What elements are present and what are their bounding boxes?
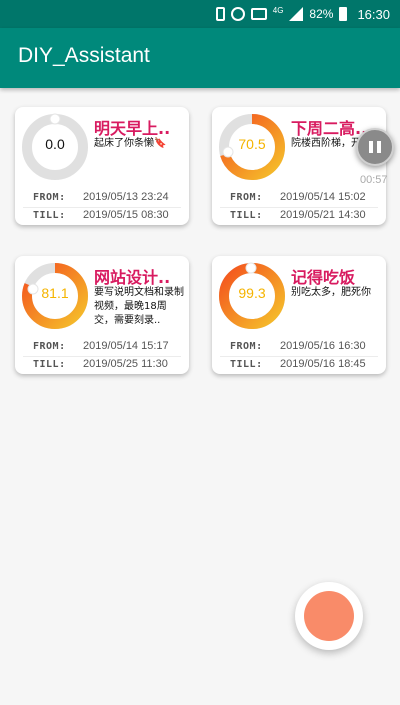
- till-label: TILL:: [230, 359, 263, 370]
- timer-readout: 00:57: [360, 174, 388, 186]
- battery-icon: [339, 7, 348, 21]
- till-label: TILL:: [33, 210, 66, 221]
- battery-percent: 82%: [309, 7, 334, 21]
- task-description: 要写说明文档和录制视频，最晚18周交，需要刻录..: [94, 287, 184, 326]
- from-row: FROM: 2019/05/13 23:24: [15, 191, 189, 205]
- till-time: 2019/05/25 11:30: [83, 358, 168, 370]
- from-time: 2019/05/13 23:24: [83, 191, 169, 203]
- task-description: 起床了你条懒🔖: [94, 138, 167, 149]
- from-label: FROM:: [230, 341, 263, 352]
- app-title: DIY_Assistant: [18, 44, 150, 67]
- progress-value: 99.3: [238, 285, 266, 301]
- hotspot-icon: [230, 7, 245, 21]
- vibrate-icon: [215, 7, 225, 21]
- signal-icon: [289, 7, 304, 21]
- till-time: 2019/05/16 18:45: [280, 358, 366, 370]
- progress-value: 81.1: [41, 285, 69, 301]
- status-icons: 4G 82% 16:30: [215, 0, 390, 28]
- pause-icon: [369, 141, 373, 153]
- till-row: TILL: 2019/05/21 14:30: [212, 209, 386, 223]
- till-label: TILL:: [230, 210, 263, 221]
- from-label: FROM:: [230, 192, 263, 203]
- till-row: TILL: 2019/05/15 08:30: [15, 209, 189, 223]
- divider: [220, 207, 378, 208]
- divider: [23, 356, 181, 357]
- add-task-button[interactable]: [295, 582, 363, 650]
- pause-button[interactable]: [356, 128, 394, 166]
- from-row: FROM: 2019/05/14 15:02: [212, 191, 386, 205]
- pause-icon: [377, 141, 381, 153]
- cast-icon: [250, 8, 267, 20]
- from-time: 2019/05/14 15:17: [83, 340, 169, 352]
- till-time: 2019/05/15 08:30: [83, 209, 169, 221]
- divider: [23, 207, 181, 208]
- from-row: FROM: 2019/05/14 15:17: [15, 340, 189, 354]
- app-bar: DIY_Assistant: [0, 28, 400, 88]
- till-label: TILL:: [33, 359, 66, 370]
- till-time: 2019/05/21 14:30: [280, 209, 366, 221]
- progress-value: 70.5: [238, 136, 266, 152]
- task-card[interactable]: 99.3 记得吃饭 别吃太多，肥死你 FROM: 2019/05/16 16:3…: [212, 256, 386, 374]
- till-row: TILL: 2019/05/25 11:30: [15, 358, 189, 372]
- clock: 16:30: [357, 6, 390, 22]
- task-card[interactable]: 70.5 下周二高.. 院楼西阶梯，开挂考 FROM: 2019/05/14 1…: [212, 107, 386, 225]
- divider: [220, 356, 378, 357]
- progress-value: 0.0: [45, 136, 65, 152]
- task-description: 别吃太多，肥死你: [291, 287, 371, 298]
- from-time: 2019/05/16 16:30: [280, 340, 366, 352]
- task-title: 记得吃饭: [291, 268, 356, 287]
- task-card[interactable]: 0.0 明天早上.. 起床了你条懒🔖 FROM: 2019/05/13 23:2…: [15, 107, 189, 225]
- add-task-fab[interactable]: [304, 591, 354, 641]
- task-title: 明天早上..: [94, 119, 171, 138]
- till-row: TILL: 2019/05/16 18:45: [212, 358, 386, 372]
- task-title: 网站设计..: [94, 268, 171, 287]
- from-time: 2019/05/14 15:02: [280, 191, 366, 203]
- from-row: FROM: 2019/05/16 16:30: [212, 340, 386, 354]
- status-bar: 4G 82% 16:30: [0, 0, 400, 28]
- from-label: FROM:: [33, 341, 66, 352]
- task-card[interactable]: 81.1 网站设计.. 要写说明文档和录制视频，最晚18周交，需要刻录.. FR…: [15, 256, 189, 374]
- network-type: 4G: [272, 5, 284, 15]
- from-label: FROM:: [33, 192, 66, 203]
